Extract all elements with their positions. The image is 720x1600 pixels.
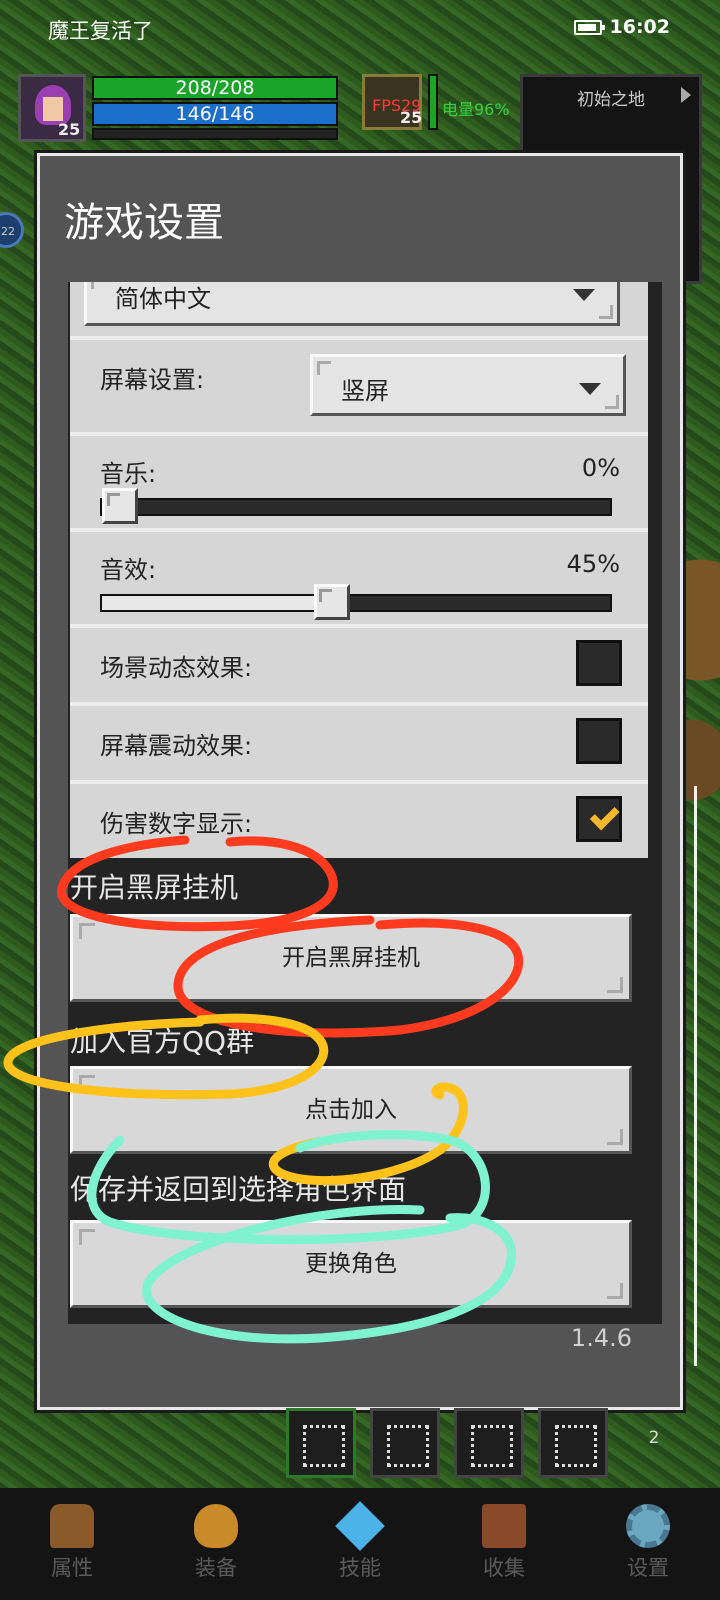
- screen-select[interactable]: 竖屏: [310, 354, 626, 416]
- nav-equipment[interactable]: 装备: [144, 1488, 288, 1600]
- switch-role-section-label: 保存并返回到选择角色界面: [70, 1173, 407, 1206]
- black-screen-button-label: 开启黑屏挂机: [282, 945, 420, 971]
- helmet-icon: [50, 1504, 94, 1548]
- nav-label: 设置: [627, 1556, 669, 1580]
- sfx-value: 45%: [566, 550, 620, 578]
- shake-fx-checkbox[interactable]: [576, 718, 622, 764]
- map-name: 初始之地: [577, 90, 645, 110]
- nav-attributes[interactable]: 属性: [0, 1488, 144, 1600]
- music-label: 音乐:: [100, 460, 157, 488]
- language-select[interactable]: 简体中文: [84, 282, 620, 326]
- nav-collection[interactable]: 收集: [432, 1488, 576, 1600]
- sfx-label: 音效:: [100, 556, 157, 584]
- nav-label: 装备: [195, 1556, 237, 1580]
- damage-numbers-checkbox[interactable]: [576, 796, 622, 842]
- app-title: 魔王复活了: [48, 19, 153, 43]
- nav-settings[interactable]: 设置: [576, 1488, 720, 1600]
- energy-bar: [428, 74, 438, 130]
- skill-slot-3[interactable]: [454, 1408, 524, 1478]
- fps-counter: FPS29: [372, 96, 422, 115]
- damage-numbers-label: 伤害数字显示:: [100, 810, 253, 838]
- game-hud: 25 208/208 146/146 25 FPS29 电量96% 初始之地: [0, 74, 720, 284]
- settings-scroll-area[interactable]: 简体中文 屏幕设置: 竖屏 音乐: 0% 音效: 45% 场景动态效果: 屏幕震…: [68, 282, 662, 1324]
- checkmark-icon: [589, 800, 620, 831]
- scene-fx-label: 场景动态效果:: [100, 654, 253, 682]
- music-slider[interactable]: [100, 488, 612, 524]
- music-row: 音乐: 0%: [70, 432, 648, 528]
- gear-icon: [626, 1504, 670, 1548]
- music-value: 0%: [581, 454, 620, 482]
- sfx-row: 音效: 45%: [70, 528, 648, 624]
- book-icon: [482, 1504, 526, 1548]
- battery-icon: [574, 20, 605, 35]
- damage-numbers-row: 伤害数字显示:: [70, 780, 648, 858]
- sfx-slider-thumb[interactable]: [314, 584, 351, 620]
- gem-icon: [335, 1501, 385, 1551]
- qq-group-section-label: 加入官方QQ群: [70, 1025, 255, 1058]
- sfx-slider-fill: [102, 596, 331, 610]
- chevron-down-icon: [579, 383, 601, 395]
- skill-page-indicator[interactable]: 2: [632, 1428, 676, 1456]
- version-label: 1.4.6: [570, 1324, 632, 1352]
- player-level: 25: [58, 120, 81, 139]
- language-value: 简体中文: [115, 285, 211, 313]
- nav-skills[interactable]: 技能: [288, 1488, 432, 1600]
- skill-slot-2[interactable]: [370, 1408, 440, 1478]
- skill-slot-4[interactable]: [538, 1408, 608, 1478]
- settings-dialog: 游戏设置 简体中文 屏幕设置: 竖屏 音乐: 0% 音效: 45% 场景动态效果…: [34, 150, 697, 1413]
- battery-readout: 电量96%: [442, 100, 510, 119]
- black-screen-section-label: 开启黑屏挂机: [70, 871, 239, 904]
- scene-fx-checkbox[interactable]: [576, 640, 622, 686]
- xp-bar: [92, 128, 338, 140]
- switch-role-button[interactable]: 更换角色: [70, 1220, 632, 1308]
- sfx-slider[interactable]: [100, 584, 612, 620]
- language-row: 简体中文: [70, 282, 648, 340]
- nav-label: 技能: [339, 1556, 381, 1580]
- shake-fx-label: 屏幕震动效果:: [100, 732, 253, 760]
- hp-bar: 208/208: [92, 76, 338, 100]
- scene-fx-row: 场景动态效果:: [70, 624, 648, 702]
- dialog-title: 游戏设置: [64, 200, 224, 246]
- shake-fx-row: 屏幕震动效果:: [70, 702, 648, 780]
- nav-label: 收集: [483, 1556, 525, 1580]
- skill-slot-1[interactable]: [286, 1408, 356, 1478]
- nav-label: 属性: [51, 1556, 93, 1580]
- black-screen-button[interactable]: 开启黑屏挂机: [70, 914, 632, 1002]
- bag-icon: [194, 1504, 238, 1548]
- join-qq-group-button[interactable]: 点击加入: [70, 1066, 632, 1154]
- music-slider-thumb[interactable]: [102, 488, 138, 524]
- screen-value: 竖屏: [341, 377, 389, 405]
- screen-row: 屏幕设置: 竖屏: [70, 336, 648, 432]
- status-bar: 魔王复活了 16:02: [0, 0, 720, 56]
- chevron-down-icon: [573, 289, 595, 301]
- switch-role-button-label: 更换角色: [305, 1251, 397, 1277]
- scrollbar[interactable]: [694, 786, 697, 1366]
- mp-bar: 146/146: [92, 102, 338, 126]
- join-qq-group-button-label: 点击加入: [305, 1097, 397, 1123]
- screen-label: 屏幕设置:: [100, 366, 205, 394]
- bottom-nav: 属性 装备 技能 收集 设置: [0, 1488, 720, 1600]
- clock: 16:02: [609, 16, 670, 38]
